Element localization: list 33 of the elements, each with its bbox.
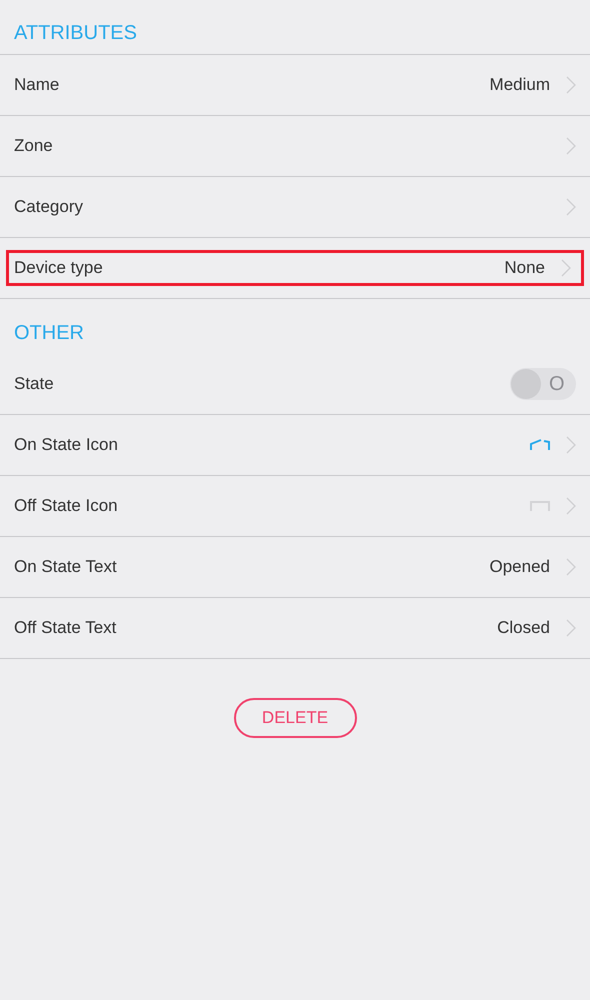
row-label: On State Text <box>14 556 117 578</box>
chevron-right-icon <box>566 436 576 454</box>
chevron-right-icon <box>566 198 576 216</box>
row-label: Device type <box>14 257 103 280</box>
row-label: State <box>14 373 54 396</box>
chevron-right-icon <box>566 137 576 155</box>
row-value: Medium <box>490 74 550 96</box>
section-heading: ATTRIBUTES <box>14 21 137 46</box>
settings-row[interactable]: Name Medium <box>0 55 590 115</box>
row-value: Closed <box>497 617 550 640</box>
toggle-text: O <box>549 374 565 394</box>
settings-row[interactable]: Category <box>0 177 590 237</box>
row-label: Category <box>14 196 83 218</box>
chevron-right-icon <box>566 558 576 576</box>
row-value: None <box>504 257 545 280</box>
row-label: Off State Icon <box>14 495 118 518</box>
chevron-right-icon <box>566 76 576 94</box>
chevron-right-icon <box>561 259 571 277</box>
settings-row[interactable]: Zone <box>0 116 590 176</box>
section-heading: OTHER <box>14 321 84 346</box>
settings-row[interactable]: On State Text Opened <box>0 537 590 597</box>
settings-row[interactable]: Off State Text Closed <box>0 598 590 658</box>
row-label: On State Icon <box>14 434 118 456</box>
row-label: Zone <box>14 135 53 158</box>
row-label: Off State Text <box>14 617 116 640</box>
chevron-right-icon <box>566 619 576 637</box>
row-value: Opened <box>490 556 550 578</box>
settings-row[interactable]: Off State Icon <box>0 476 590 536</box>
settings-row[interactable]: State O <box>0 354 590 414</box>
settings-row[interactable]: Device type None <box>6 250 584 286</box>
chevron-right-icon <box>566 497 576 515</box>
settings-row[interactable]: On State Icon <box>0 415 590 475</box>
row-label: Name <box>14 74 60 96</box>
